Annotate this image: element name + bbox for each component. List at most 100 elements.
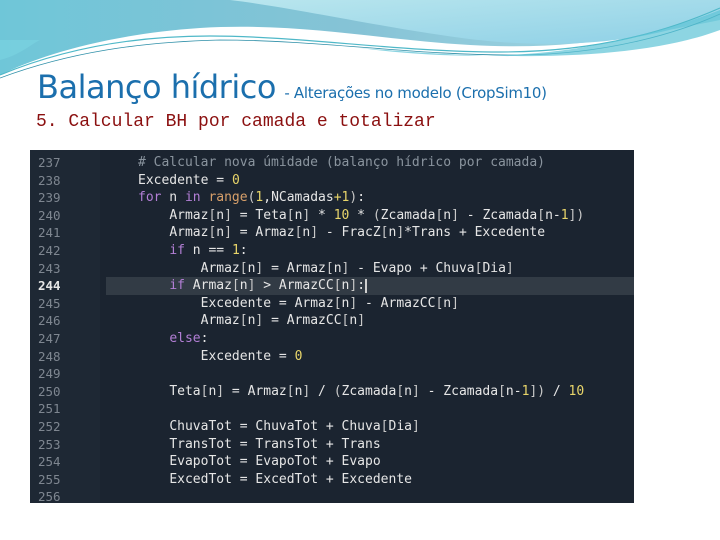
text-cursor [365,278,368,293]
code-token: n [443,295,452,311]
code-token: ,NCamadas [263,190,334,206]
code-token: / [545,383,569,399]
code-token: Armaz [247,383,287,399]
code-token: - [419,383,444,399]
code-token: ChuvaTot [169,418,240,434]
code-token: Evapo [372,260,420,276]
code-token: [ [537,207,546,223]
code-line[interactable]: 255 ExcedTot = ExcedTot + Excedente [30,471,634,489]
code-token: Armaz [294,295,334,311]
code-token: ExcedTot [255,471,326,487]
line-number: 237 [38,155,61,170]
line-number: 247 [38,330,61,346]
code-line[interactable]: 254 EvapoTot = EvapoTot + Evapo [30,453,634,471]
code-line[interactable]: 237 # Calcular nova úmidade (balanço hídr… [30,154,634,172]
code-line[interactable]: 245 Excedente = Armaz[n] - ArmazCC[n] [30,295,634,313]
code-token: + [325,454,342,470]
code-editor-screenshot: 237 # Calcular nova úmidade (balanço hídr… [30,150,634,503]
code-token: 1 [560,207,569,223]
code-line[interactable]: 246 Armaz[n] = ArmazCC[n] [30,312,634,330]
code-token: Zcamada [341,383,397,399]
code-line[interactable]: 239 for n in range(1,NCamadas+1): [30,189,634,207]
code-token: # Calcular nova úmidade (balanço hídrico… [138,155,545,170]
code-token: 1 [231,242,240,258]
code-token: if [169,278,185,294]
code-token: ArmazCC [286,313,342,329]
code-token: ( [333,383,342,399]
code-token: ] [411,383,420,399]
code-line[interactable]: 256 [30,488,634,503]
code-text: ChuvaTot = ChuvaTot + Chuva[Dia] [106,418,634,436]
code-token: * [310,207,334,223]
code-line[interactable]: 248 Excedente = 0 [30,348,634,366]
code-token: ] [310,225,319,241]
code-token: = [263,260,287,276]
code-token: ] [396,225,405,241]
line-number: 252 [38,418,61,434]
code-token: ] [216,383,225,399]
code-token: else [169,330,201,346]
code-token: + [325,436,342,452]
code-line[interactable]: 241 Armaz[n] = Armaz[n] - FracZ[n]*Trans… [30,224,634,242]
code-line[interactable]: 244 if Armaz[n] > ArmazCC[n]: [30,277,634,295]
code-token: [ [380,225,389,241]
line-number: 253 [38,436,61,452]
code-token: ] [224,207,232,223]
code-text: for n in range(1,NCamadas+1): [106,189,634,207]
line-number: 251 [38,401,61,417]
code-token: Armaz [184,278,232,294]
code-line[interactable]: 240 Armaz[n] = Teta[n] * 10 * (Zcamada[n… [30,207,634,225]
code-token: [ [231,278,240,294]
code-token: n [239,278,248,294]
code-token: n [161,190,185,206]
code-token: ] [451,207,459,223]
code-token: - [458,207,483,223]
slide-title: Balanço hídrico [37,68,276,106]
code-token: * [404,225,412,241]
code-token: - [349,260,373,276]
slide-subtitle: 5. Calcular BH por camada e totalizar [36,112,436,132]
code-text: Excedente = Armaz[n] - ArmazCC[n] [106,295,634,313]
code-token: [ [498,383,506,399]
code-token: > [255,278,279,294]
code-line[interactable]: 247 else: [30,330,634,348]
code-line[interactable]: 238 Excedente = 0 [30,172,634,190]
code-text: Excedente = 0 [106,172,634,190]
code-token: for [138,190,162,206]
line-number: 243 [38,260,61,276]
line-number: 238 [38,172,61,188]
code-token: TransTot [169,436,240,452]
code-token: if [169,242,185,258]
code-token: Armaz [200,313,240,329]
code-text: TransTot = TransTot + Trans [106,436,634,454]
code-line[interactable]: 253 TransTot = TransTot + Trans [30,436,634,454]
code-token: Trans [341,436,381,452]
code-token: ]) [568,207,585,223]
code-line[interactable]: 252 ChuvaTot = ChuvaTot + Chuva[Dia] [30,418,634,436]
code-token: n- [545,207,561,223]
code-line[interactable]: 249 [30,365,634,383]
code-token: * [349,207,373,223]
line-number: 255 [38,471,61,487]
code-token: ]) [529,383,546,399]
code-line[interactable]: 250 Teta[n] = Armaz[n] / (Zcamada[n] - Z… [30,383,634,401]
code-line[interactable]: 242 if n == 1: [30,242,634,260]
code-token: Excedente [200,295,279,311]
code-token: Armaz [255,225,295,241]
code-token: Dia [482,260,506,276]
code-text: EvapoTot = EvapoTot + Evapo [106,453,634,471]
code-token: Excedente [138,172,217,188]
code-token: Teta [169,383,201,399]
code-token: n [216,225,225,241]
code-token: ArmazCC [278,278,334,294]
line-number: 241 [38,225,61,241]
code-token: [ [239,313,248,329]
code-line[interactable]: 251 [30,400,634,418]
code-lines: 237 # Calcular nova úmidade (balanço hídr… [30,154,634,503]
code-line[interactable]: 243 Armaz[n] = Armaz[n] - Evapo + Chuva[… [30,260,634,278]
code-token: ChuvaTot [255,418,326,434]
slide-title-suffix: - Alterações no modelo (CropSim10) [284,84,547,102]
